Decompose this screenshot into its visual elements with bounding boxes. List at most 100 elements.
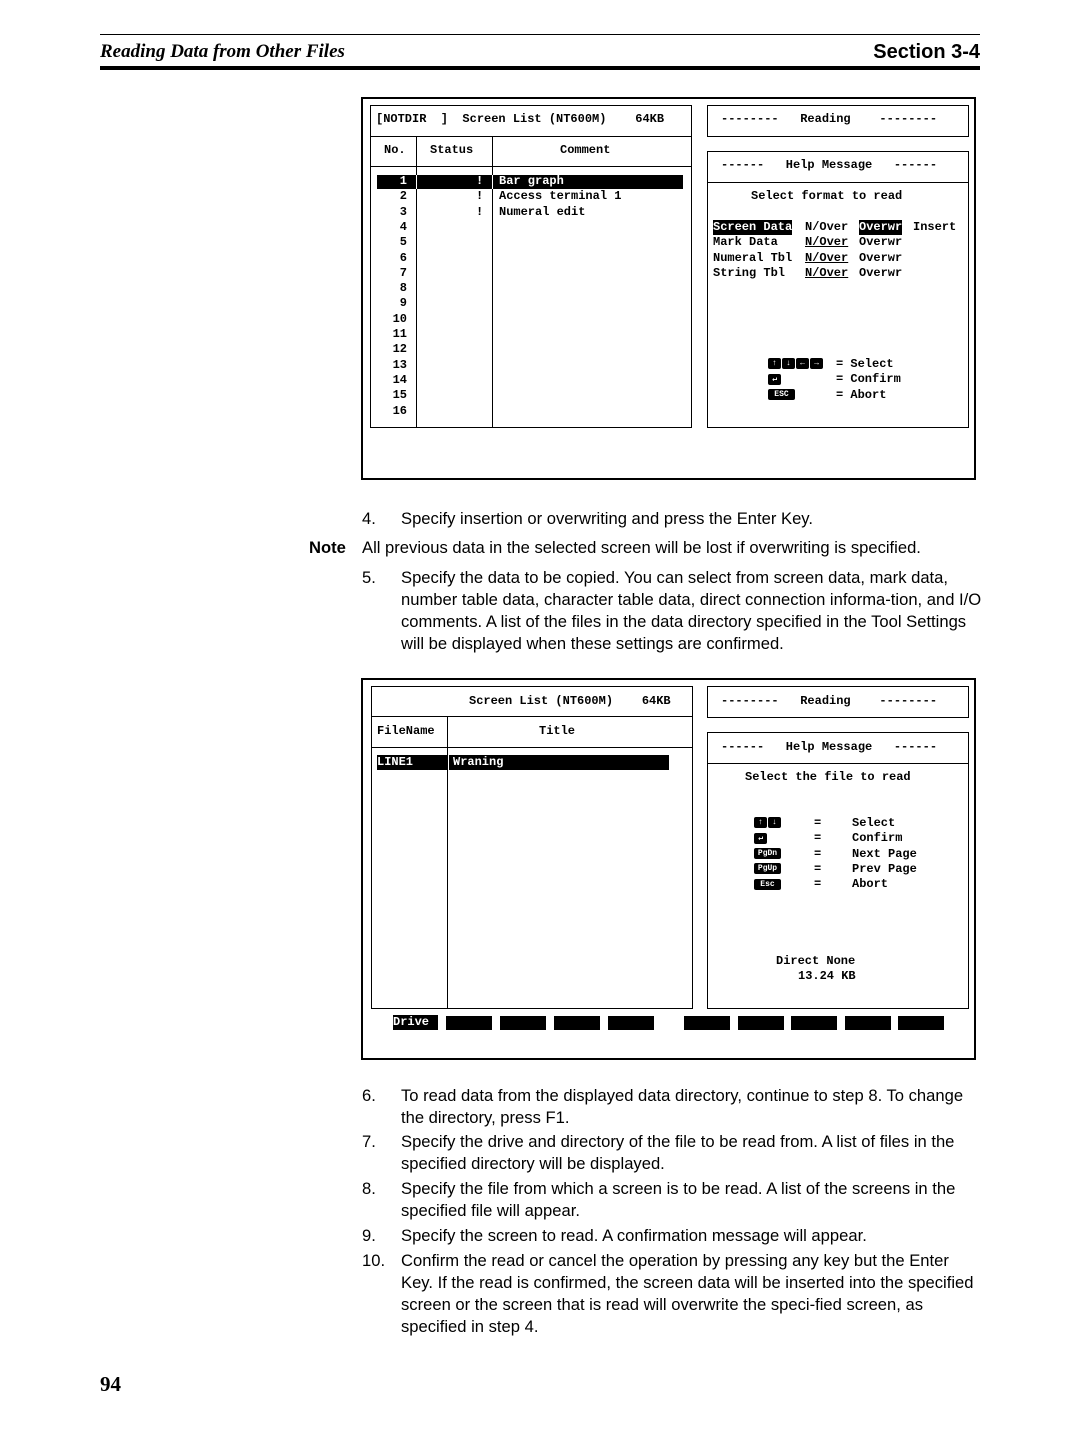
key-action-label: Select — [852, 816, 896, 830]
row-status: ! — [476, 174, 484, 188]
function-key-3[interactable] — [500, 1016, 546, 1030]
file-size: 13.24 KB — [798, 969, 856, 983]
file-row-title[interactable]: Wraning — [449, 755, 669, 771]
help-message-title: ------ Help Message ------ — [721, 158, 938, 172]
function-key-10[interactable] — [898, 1016, 944, 1030]
step-text: Confirm the read or cancel the operation… — [401, 1251, 974, 1336]
function-key-8[interactable] — [791, 1016, 837, 1030]
format-option[interactable]: Overwr — [859, 266, 902, 281]
function-key-9[interactable] — [845, 1016, 891, 1030]
format-option[interactable]: Overwr — [859, 235, 902, 250]
row-number[interactable]: 6 — [380, 251, 407, 266]
key-icons: ↵ — [754, 831, 768, 846]
format-name[interactable]: Screen Data — [713, 220, 793, 236]
screen-list-title: [NOTDIR ] Screen List (NT600M) 64KB — [376, 112, 665, 126]
format-option[interactable]: Overwr — [859, 220, 903, 236]
key-action-label: Abort — [852, 877, 889, 892]
key-icons: ↵ — [768, 372, 782, 387]
function-key-6[interactable] — [684, 1016, 730, 1030]
row-comment[interactable]: Bar graph — [499, 174, 564, 189]
row-status: ! — [476, 204, 484, 219]
equals-sign: = — [814, 877, 822, 892]
divider — [371, 716, 693, 717]
row-number[interactable]: 9 — [380, 296, 407, 311]
format-option[interactable]: Overwr — [859, 251, 902, 266]
format-option[interactable]: N/Over — [805, 220, 848, 235]
function-key-4[interactable] — [554, 1016, 600, 1030]
row-number[interactable]: 12 — [380, 342, 407, 357]
column-header-no: No. — [384, 143, 406, 157]
key-action-label: = Abort — [836, 387, 887, 402]
divider — [707, 182, 969, 183]
row-number[interactable]: 14 — [380, 373, 407, 388]
header-rule-top — [100, 34, 980, 35]
format-option[interactable]: Insert — [913, 220, 956, 235]
file-list-title: Screen List (NT600M) 64KB — [469, 694, 671, 708]
row-number[interactable]: 13 — [380, 358, 407, 373]
step-text: Specify the drive and directory of the f… — [401, 1132, 955, 1173]
step-text: To read data from the displayed data dir… — [401, 1086, 964, 1127]
format-option[interactable]: N/Over — [805, 251, 848, 266]
function-key-5[interactable] — [608, 1016, 654, 1030]
file-row-filename[interactable]: LINE1 — [377, 755, 447, 771]
divider — [416, 175, 417, 189]
key-icons: PgUp — [754, 862, 782, 877]
screen-list-panel — [370, 105, 692, 428]
divider — [371, 747, 693, 748]
row-number[interactable]: 10 — [380, 312, 407, 327]
divider — [370, 166, 692, 167]
function-key-7[interactable] — [738, 1016, 784, 1030]
row-comment[interactable]: Access terminal 1 — [499, 189, 621, 204]
reading-title: -------- Reading -------- — [721, 112, 938, 126]
divider — [492, 175, 493, 189]
step-number: 7. — [362, 1132, 376, 1151]
key-pgdn-icon: PgDn — [754, 847, 781, 859]
key-esc-icon: ESC — [768, 388, 795, 400]
key-pgup-icon: PgUp — [754, 863, 781, 875]
step-number: 4. — [362, 509, 376, 528]
row-number[interactable]: 1 — [380, 174, 407, 189]
column-header-filename: FileName — [377, 724, 435, 738]
key--icon: ↓ — [782, 358, 795, 370]
format-option[interactable]: N/Over — [805, 266, 848, 281]
step-number: 5. — [362, 568, 376, 587]
column-header-title: Title — [539, 724, 576, 738]
step-text: Specify the file from which a screen is … — [401, 1179, 956, 1220]
step-text: Specify the data to be copied. You can s… — [401, 568, 982, 653]
divider — [707, 763, 969, 764]
running-header-title: Reading Data from Other Files — [100, 41, 345, 62]
key--icon: ↵ — [754, 832, 767, 844]
key-esc-icon: Esc — [754, 878, 781, 890]
column-header-status: Status — [430, 143, 474, 157]
key-action-label: = Confirm — [836, 372, 901, 387]
direct-status: Direct None — [776, 954, 856, 968]
page-number: 94 — [100, 1372, 121, 1396]
key-action-label: Confirm — [852, 831, 903, 846]
row-number[interactable]: 3 — [380, 205, 407, 220]
format-name[interactable]: Mark Data — [713, 235, 778, 250]
key-action-label: = Select — [836, 357, 894, 371]
key-icons: Esc — [754, 877, 782, 892]
row-number[interactable]: 11 — [380, 327, 407, 342]
format-option[interactable]: N/Over — [805, 235, 848, 250]
step-text: Specify insertion or overwriting and pre… — [401, 509, 813, 528]
format-name[interactable]: String Tbl — [713, 266, 785, 281]
key-action-label: Prev Page — [852, 861, 917, 876]
step-number: 6. — [362, 1086, 376, 1105]
help-message-title: ------ Help Message ------ — [721, 740, 938, 754]
f1-drive-key[interactable]: Drive — [393, 1015, 438, 1031]
row-number[interactable]: 5 — [380, 235, 407, 250]
row-number[interactable]: 8 — [380, 281, 407, 296]
row-status: ! — [476, 189, 484, 204]
format-name[interactable]: Numeral Tbl — [713, 251, 792, 266]
row-number[interactable]: 2 — [380, 189, 407, 204]
row-number[interactable]: 7 — [380, 266, 407, 281]
row-number[interactable]: 16 — [380, 404, 407, 419]
row-number[interactable]: 15 — [380, 388, 407, 403]
key-icons: PgDn — [754, 847, 782, 862]
function-key-2[interactable] — [446, 1016, 492, 1030]
key--icon: → — [810, 358, 823, 370]
row-number[interactable]: 4 — [380, 220, 407, 235]
equals-sign: = — [814, 831, 822, 846]
row-comment[interactable]: Numeral edit — [499, 205, 585, 220]
